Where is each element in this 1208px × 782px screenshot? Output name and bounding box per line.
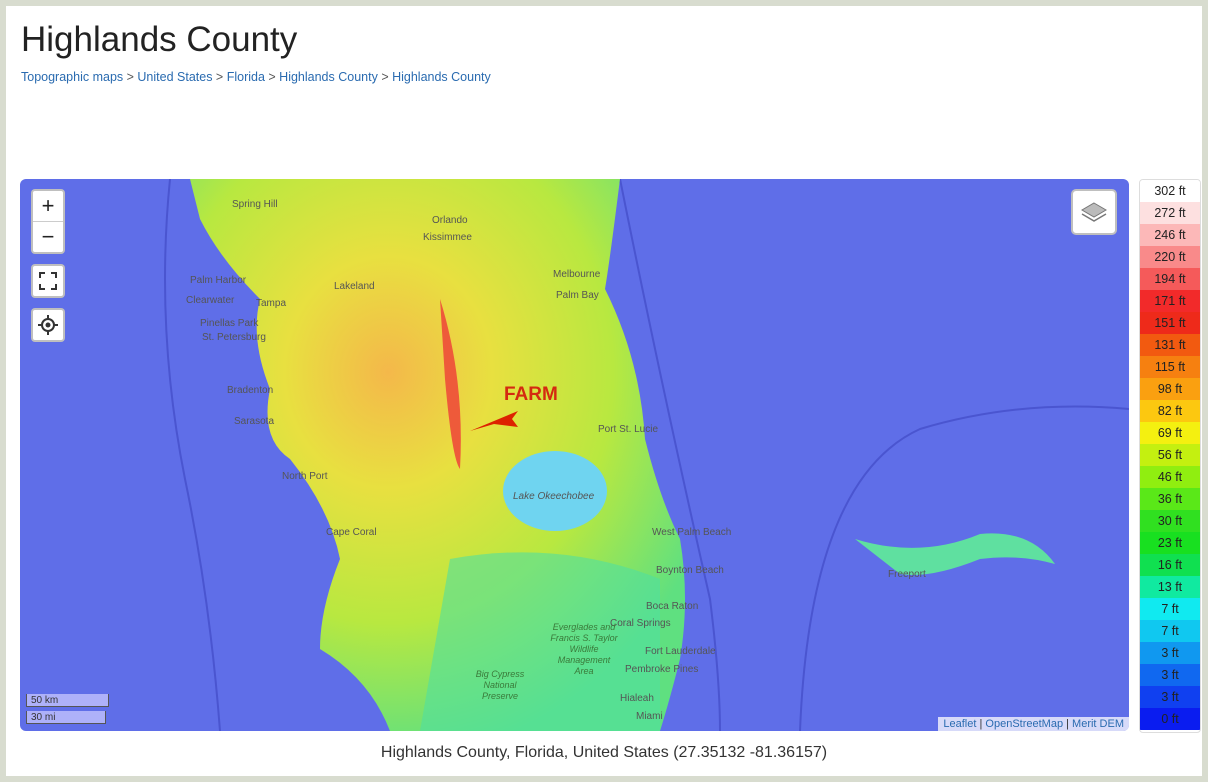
legend-item: 23 ft: [1140, 532, 1200, 554]
crosshair-icon: [38, 315, 58, 335]
place-label: Orlando: [432, 215, 468, 226]
breadcrumb-highlands-county[interactable]: Highlands County: [279, 70, 378, 84]
legend-item: 7 ft: [1140, 598, 1200, 620]
page-card: Highlands County Topographic maps > Unit…: [6, 6, 1202, 776]
place-label: Pinellas Park: [200, 318, 259, 329]
breadcrumb-florida[interactable]: Florida: [227, 70, 265, 84]
legend-item: 151 ft: [1140, 312, 1200, 334]
depth-contour: [799, 405, 1129, 731]
place-label: Boca Raton: [646, 601, 698, 612]
legend-item: 13 ft: [1140, 576, 1200, 598]
elevation-legend: 302 ft 272 ft 246 ft 220 ft 194 ft 171 ft 151 …: [1139, 179, 1201, 733]
map-canvas: FARM Orlando Spring Hill Kissimmee Palm …: [164, 179, 1129, 731]
zoom-out-button[interactable]: −: [33, 221, 63, 252]
fullscreen-icon: [39, 272, 57, 290]
depth-contour: [164, 179, 221, 731]
legend-item: 0 ft: [1140, 708, 1200, 730]
place-label: Hialeah: [620, 693, 654, 704]
place-label: Tampa: [256, 298, 286, 309]
place-label: Everglades and Francis S. Taylor Wildlif…: [550, 622, 618, 676]
breadcrumb-united-states[interactable]: United States: [137, 70, 212, 84]
legend-item: 3 ft: [1140, 642, 1200, 664]
place-label: Fort Lauderdale: [645, 646, 716, 657]
legend-item: 98 ft: [1140, 378, 1200, 400]
legend-item: 82 ft: [1140, 400, 1200, 422]
place-label: Miami: [636, 711, 663, 722]
place-label: Melbourne: [553, 269, 601, 280]
bahamas-island: [855, 533, 1055, 575]
legend-item: 220 ft: [1140, 246, 1200, 268]
locate-button[interactable]: [31, 308, 65, 342]
place-label: Boynton Beach: [656, 565, 724, 576]
place-label: Kissimmee: [423, 232, 472, 243]
legend-item: 115 ft: [1140, 356, 1200, 378]
legend-item: 3 ft: [1140, 686, 1200, 708]
place-label: Palm Harbor: [190, 275, 247, 286]
fullscreen-button[interactable]: [31, 264, 65, 298]
place-label-area: Everglades and Francis S. Taylor Wildlif…: [550, 622, 618, 676]
legend-item: 16 ft: [1140, 554, 1200, 576]
breadcrumb: Topographic maps > United States > Flori…: [21, 70, 491, 84]
legend-item: 30 ft: [1140, 510, 1200, 532]
legend-item: 7 ft: [1140, 620, 1200, 642]
legend-item: 246 ft: [1140, 224, 1200, 246]
scale-bar-mi: 30 mi: [26, 711, 106, 724]
breadcrumb-highlands-county-current[interactable]: Highlands County: [392, 70, 491, 84]
layers-icon: [1081, 202, 1107, 222]
zoom-in-button[interactable]: +: [33, 191, 63, 221]
place-label: Lake Okeechobee: [513, 491, 595, 502]
place-label: Sarasota: [234, 416, 274, 427]
attribution-openstreetmap[interactable]: OpenStreetMap: [985, 718, 1063, 730]
attribution-leaflet[interactable]: Leaflet: [943, 718, 976, 730]
legend-item: 302 ft: [1140, 180, 1200, 202]
breadcrumb-topographic-maps[interactable]: Topographic maps: [21, 70, 123, 84]
location-caption: Highlands County, Florida, United States…: [380, 744, 828, 761]
legend-item: 194 ft: [1140, 268, 1200, 290]
place-label: Clearwater: [186, 295, 235, 306]
everglades-lowland: [420, 552, 660, 731]
topographic-map[interactable]: FARM Orlando Spring Hill Kissimmee Palm …: [20, 179, 1129, 731]
place-label: Big Cypress National Preserve: [475, 669, 525, 701]
place-label: Port St. Lucie: [598, 424, 658, 435]
place-label: Bradenton: [227, 385, 273, 396]
legend-item: 69 ft: [1140, 422, 1200, 444]
zoom-control: + −: [31, 189, 65, 254]
map-attribution: Leaflet | OpenStreetMap | Merit DEM: [938, 717, 1129, 731]
place-label: Pembroke Pines: [625, 664, 698, 675]
legend-item: 3 ft: [1140, 664, 1200, 686]
place-label: Spring Hill: [232, 199, 278, 210]
legend-item: 46 ft: [1140, 466, 1200, 488]
legend-item: 272 ft: [1140, 202, 1200, 224]
place-label: Lakeland: [334, 281, 375, 292]
legend-item: 131 ft: [1140, 334, 1200, 356]
layers-button[interactable]: [1071, 189, 1117, 235]
place-label: Freeport: [888, 569, 926, 580]
place-label: Cape Coral: [326, 527, 377, 538]
place-label: North Port: [282, 471, 328, 482]
scale-bar-km: 50 km: [26, 694, 109, 707]
place-label: St. Petersburg: [202, 332, 266, 343]
page-title: Highlands County: [21, 20, 298, 59]
legend-item: 171 ft: [1140, 290, 1200, 312]
attribution-merit-dem[interactable]: Merit DEM: [1072, 718, 1124, 730]
place-label-area: Big Cypress National Preserve: [475, 669, 525, 701]
place-label: West Palm Beach: [652, 527, 731, 538]
legend-item: 56 ft: [1140, 444, 1200, 466]
place-label: Palm Bay: [556, 290, 599, 301]
legend-item: 36 ft: [1140, 488, 1200, 510]
farm-annotation: FARM: [504, 384, 558, 405]
